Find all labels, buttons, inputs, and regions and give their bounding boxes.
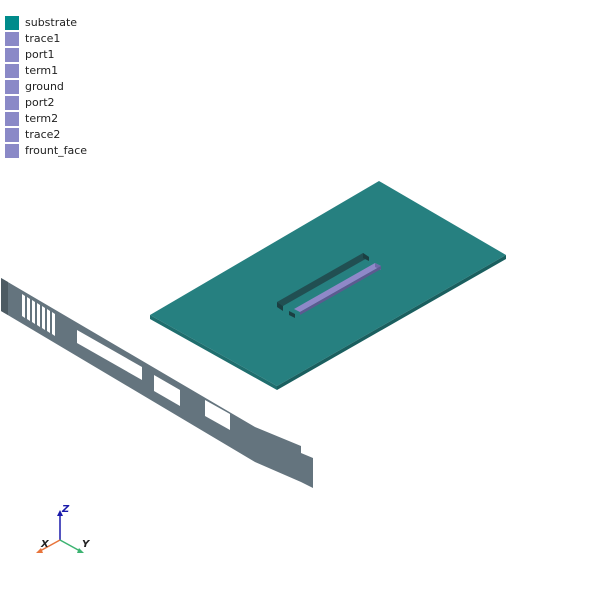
legend-swatch bbox=[5, 64, 19, 78]
legend-item-frount-face[interactable]: frount_face bbox=[5, 143, 87, 159]
front-face-edge bbox=[1, 278, 8, 315]
legend-item-ground[interactable]: ground bbox=[5, 79, 87, 95]
legend-label: trace2 bbox=[25, 128, 61, 141]
legend-item-port1[interactable]: port1 bbox=[5, 47, 87, 63]
legend-label: frount_face bbox=[25, 144, 88, 157]
legend-swatch bbox=[5, 128, 19, 142]
legend-item-trace1[interactable]: trace1 bbox=[5, 31, 87, 47]
x-axis-label: X bbox=[40, 539, 50, 550]
y-axis-label: Y bbox=[82, 539, 91, 550]
legend-swatch bbox=[5, 96, 19, 110]
legend-swatch bbox=[5, 144, 19, 158]
z-axis-label: Z bbox=[61, 504, 70, 515]
object-legend: substrate trace1 port1 term1 ground port… bbox=[5, 15, 87, 159]
substrate-board bbox=[150, 181, 506, 390]
legend-label: port2 bbox=[25, 96, 55, 109]
legend-swatch bbox=[5, 112, 19, 126]
legend-swatch bbox=[5, 48, 19, 62]
legend-item-term1[interactable]: term1 bbox=[5, 63, 87, 79]
legend-swatch bbox=[5, 80, 19, 94]
legend-item-port2[interactable]: port2 bbox=[5, 95, 87, 111]
3d-viewport[interactable]: Z X Y bbox=[0, 0, 600, 600]
legend-label: trace1 bbox=[25, 32, 61, 45]
legend-label: substrate bbox=[25, 16, 78, 29]
legend-label: ground bbox=[25, 80, 64, 93]
legend-item-term2[interactable]: term2 bbox=[5, 111, 87, 127]
substrate-top-face bbox=[150, 181, 506, 386]
legend-item-substrate[interactable]: substrate bbox=[5, 15, 87, 31]
legend-swatch bbox=[5, 16, 19, 30]
axes-gizmo[interactable]: Z X Y bbox=[36, 504, 91, 553]
legend-swatch bbox=[5, 32, 19, 46]
legend-label: port1 bbox=[25, 48, 55, 61]
legend-label: term2 bbox=[25, 112, 59, 125]
legend-item-trace2[interactable]: trace2 bbox=[5, 127, 87, 143]
legend-label: term1 bbox=[25, 64, 59, 77]
